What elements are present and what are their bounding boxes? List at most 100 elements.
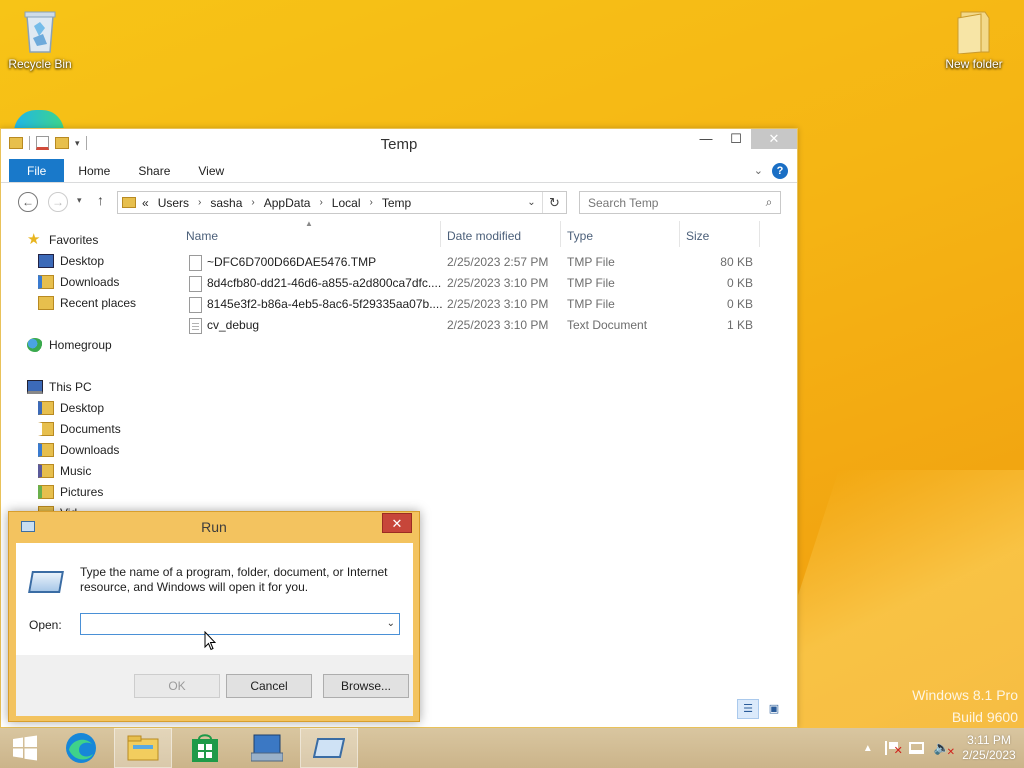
nav-pc-downloads[interactable]: Downloads — [38, 439, 119, 460]
system-tray: ▲ ✕ 🔈 ✕ 3:11 PM 2/25/2023 — [863, 728, 1024, 768]
file-type: Text Document — [567, 318, 648, 332]
tab-view[interactable]: View — [184, 159, 238, 182]
breadcrumb-separator-icon[interactable]: › — [251, 197, 254, 208]
minimize-button[interactable]: — — [691, 129, 721, 149]
search-box[interactable]: Search Temp ⌕ — [579, 191, 781, 214]
open-input[interactable]: ⌄ — [80, 613, 400, 635]
volume-muted-icon[interactable]: 🔈 ✕ — [934, 740, 955, 758]
table-row[interactable]: 8d4cfb80-dd21-46d6-a855-a2d800ca7dfc....… — [183, 272, 783, 293]
large-icons-view-icon[interactable]: ▣ — [763, 699, 785, 719]
run-dialog: Run ✕ Type the name of a program, folder… — [8, 511, 420, 722]
nav-pc-documents[interactable]: Documents — [38, 418, 121, 439]
file-size: 0 KB — [726, 276, 753, 290]
table-row[interactable]: ~DFC6D700D66DAE5476.TMP 2/25/2023 2:57 P… — [183, 251, 783, 272]
column-header-date[interactable]: Date modified — [447, 229, 521, 243]
browse-button[interactable]: Browse... — [323, 674, 409, 698]
nav-recent-places[interactable]: Recent places — [38, 292, 136, 313]
nav-pc-pictures[interactable]: Pictures — [38, 481, 103, 502]
music-folder-icon — [38, 463, 54, 478]
file-name: 8145e3f2-b86a-4eb5-8ac6-5f29335aa07b.... — [207, 297, 443, 311]
cancel-button[interactable]: Cancel — [226, 674, 312, 698]
file-name: cv_debug — [207, 318, 260, 332]
nav-fav-downloads[interactable]: Downloads — [38, 271, 119, 292]
maximize-button[interactable]: ☐ — [721, 129, 751, 149]
column-header-type[interactable]: Type — [567, 229, 593, 243]
tab-file[interactable]: File — [9, 159, 65, 182]
open-label: Open: — [29, 618, 62, 632]
nav-homegroup[interactable]: Homegroup — [27, 334, 112, 355]
recycle-bin-icon — [24, 11, 56, 53]
up-button[interactable]: ↑ — [97, 192, 104, 208]
desktop-icon-label: Recycle Bin — [8, 57, 72, 71]
forward-button[interactable]: → — [48, 192, 68, 212]
taskbar-file-explorer[interactable] — [114, 728, 172, 768]
search-placeholder[interactable]: Search Temp — [580, 196, 758, 210]
search-icon[interactable]: ⌕ — [758, 195, 780, 210]
breadcrumb-separator-icon[interactable]: › — [319, 197, 322, 208]
taskbar-run[interactable] — [300, 728, 358, 768]
column-divider[interactable] — [560, 221, 561, 247]
mouse-cursor-icon — [204, 631, 216, 651]
chevron-down-icon[interactable]: ⌄ — [387, 618, 395, 629]
taskbar-remote-desktop[interactable] — [238, 728, 296, 768]
nav-favorites[interactable]: ★ Favorites — [27, 229, 98, 250]
breadcrumb-local[interactable]: Local — [332, 196, 361, 210]
tab-home[interactable]: Home — [64, 159, 124, 182]
column-divider[interactable] — [440, 221, 441, 247]
column-header-size[interactable]: Size — [686, 229, 709, 243]
run-icon — [313, 738, 345, 758]
breadcrumb-separator-icon[interactable]: › — [198, 197, 201, 208]
help-icon[interactable]: ? — [772, 163, 788, 179]
back-button[interactable]: ← — [18, 192, 38, 212]
file-size: 80 KB — [720, 255, 753, 269]
breadcrumb-sasha[interactable]: sasha — [210, 196, 242, 210]
table-row[interactable]: 8145e3f2-b86a-4eb5-8ac6-5f29335aa07b....… — [183, 293, 783, 314]
close-button[interactable]: ✕ — [751, 129, 797, 149]
address-bar[interactable]: « Users › sasha › AppData › Local › Temp… — [117, 191, 567, 214]
nav-label: Favorites — [49, 232, 99, 247]
column-header-name[interactable]: Name — [186, 229, 218, 243]
breadcrumb-separator-icon[interactable]: › — [369, 197, 372, 208]
desktop-icon-recycle-bin[interactable]: Recycle Bin — [2, 8, 78, 71]
folder-icon — [122, 197, 136, 208]
close-button[interactable]: ✕ — [382, 513, 412, 533]
taskbar-store[interactable] — [176, 728, 234, 768]
taskbar-edge[interactable] — [52, 728, 110, 768]
network-icon[interactable] — [908, 742, 924, 754]
file-name: ~DFC6D700D66DAE5476.TMP — [207, 255, 377, 269]
breadcrumb-temp[interactable]: Temp — [382, 196, 411, 210]
desktop-icon-new-folder[interactable]: New folder — [936, 8, 1012, 71]
nav-this-pc[interactable]: This PC — [27, 376, 92, 397]
navigation-bar: ← → ▾ ↑ « Users › sasha › AppData › Loca… — [1, 183, 797, 221]
details-view-icon[interactable]: ☰ — [737, 699, 759, 719]
refresh-icon[interactable]: ↻ — [542, 192, 566, 213]
clock[interactable]: 3:11 PM 2/25/2023 — [954, 733, 1024, 763]
start-button[interactable] — [0, 728, 50, 768]
nav-pc-music[interactable]: Music — [38, 460, 91, 481]
view-toggles: ☰ ▣ — [737, 699, 785, 719]
title-bar[interactable]: ▾ Temp — ☐ ✕ — [1, 129, 797, 159]
file-type: TMP File — [567, 255, 615, 269]
nav-fav-desktop[interactable]: Desktop — [38, 250, 104, 271]
nav-label: Downloads — [60, 442, 120, 457]
tab-share[interactable]: Share — [124, 159, 184, 182]
recent-locations-chevron-icon[interactable]: ▾ — [77, 195, 82, 206]
nav-pc-desktop[interactable]: Desktop — [38, 397, 104, 418]
clock-date: 2/25/2023 — [962, 748, 1016, 762]
homegroup-icon — [27, 337, 43, 352]
table-row[interactable]: cv_debug 2/25/2023 3:10 PM Text Document… — [183, 314, 783, 335]
downloads-folder-icon — [38, 442, 54, 457]
expand-ribbon-chevron-icon[interactable]: ⌄ — [754, 164, 763, 177]
breadcrumb-users[interactable]: Users — [158, 196, 189, 210]
action-center-flag-icon[interactable]: ✕ — [884, 741, 903, 757]
edge-browser-icon — [66, 733, 96, 763]
nav-label: Desktop — [60, 400, 105, 415]
column-divider[interactable] — [679, 221, 680, 247]
breadcrumb-overflow[interactable]: « — [142, 196, 149, 210]
file-type: TMP File — [567, 297, 615, 311]
column-divider[interactable] — [759, 221, 760, 247]
address-history-chevron-icon[interactable]: ⌄ — [520, 197, 542, 208]
breadcrumb-appdata[interactable]: AppData — [264, 196, 311, 210]
show-hidden-icons-chevron-icon[interactable]: ▲ — [863, 743, 873, 754]
ok-button[interactable]: OK — [134, 674, 220, 698]
